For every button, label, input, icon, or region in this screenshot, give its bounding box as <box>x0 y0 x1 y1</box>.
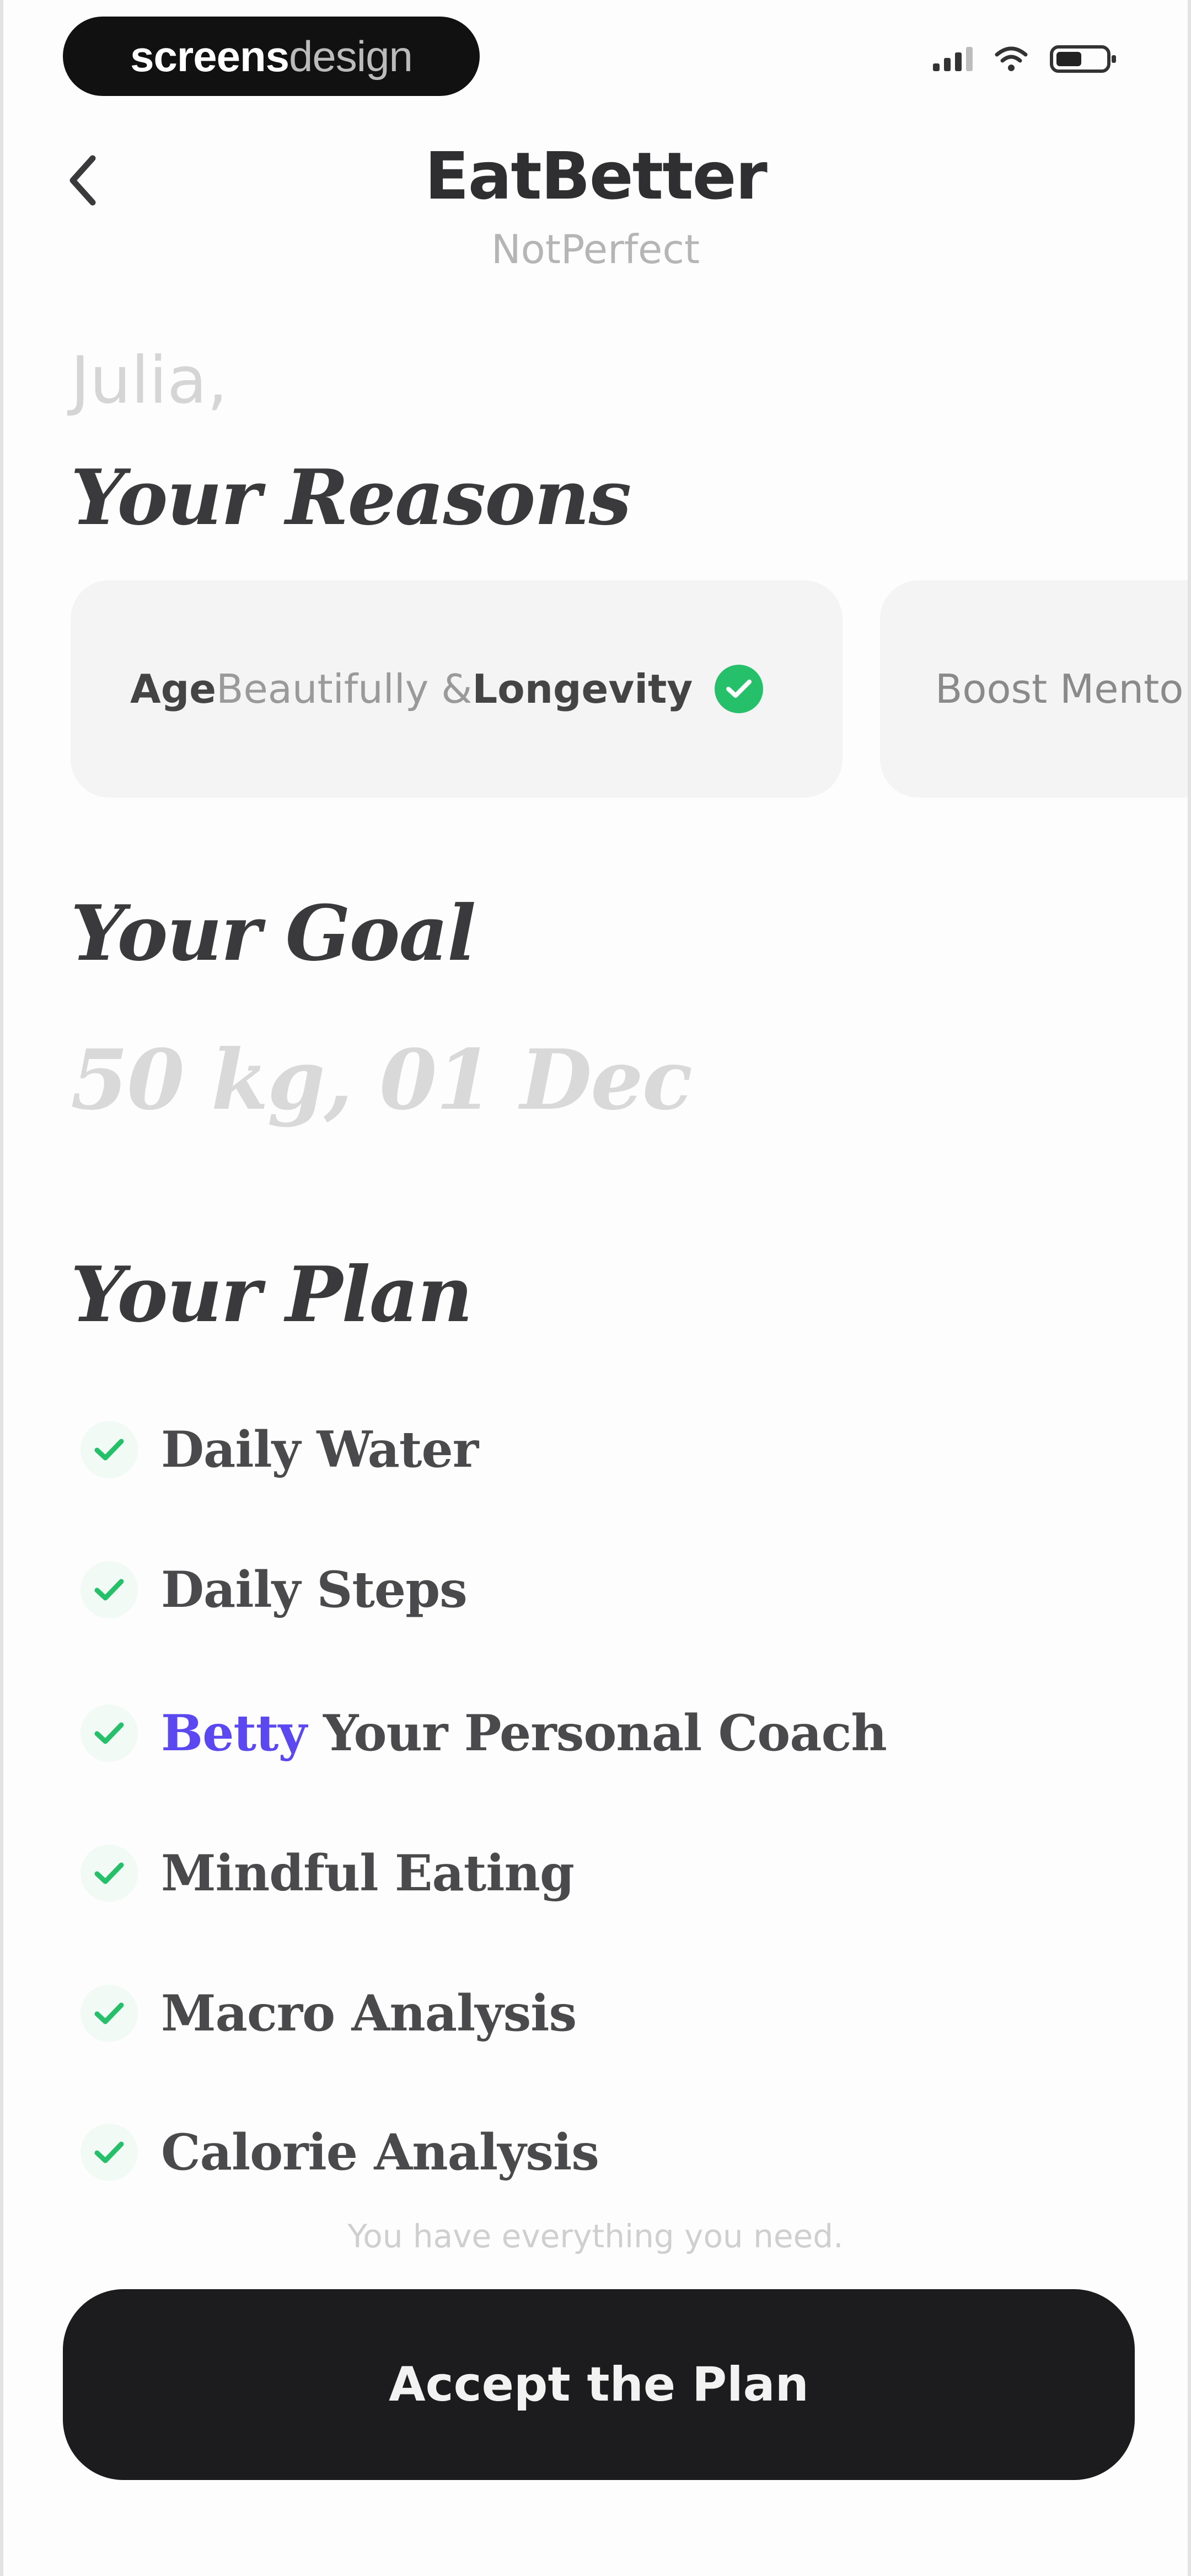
footer-note: You have everything you need. <box>347 2217 844 2255</box>
check-icon <box>81 1421 138 1478</box>
plan-item-label: Daily Steps <box>161 1560 468 1619</box>
accept-plan-button[interactable]: Accept the Plan <box>63 2289 1135 2480</box>
check-icon <box>81 1704 138 1762</box>
reason-middle: Beautifully & <box>216 666 473 712</box>
coach-name: Betty <box>161 1704 307 1762</box>
brand-badge: screens design <box>63 17 480 96</box>
reason-suffix: Longevity <box>472 666 693 712</box>
check-icon <box>81 1561 138 1618</box>
plan-item: Daily Steps <box>81 1557 468 1623</box>
goal-heading: Your Goal <box>71 888 476 978</box>
brand-left-text: screens <box>130 31 289 81</box>
plan-heading: Your Plan <box>71 1249 473 1339</box>
reason-card-selected[interactable]: Age Beautifully & Longevity <box>71 580 843 798</box>
check-icon <box>81 2124 138 2181</box>
plan-item: Betty Your Personal Coach <box>81 1700 887 1766</box>
plan-item-label: Your Personal Coach <box>306 1704 887 1762</box>
battery-icon <box>1050 45 1116 73</box>
accept-plan-label: Accept the Plan <box>389 2357 809 2412</box>
check-icon <box>81 1985 138 2042</box>
app-subtitle: NotPerfect <box>491 226 700 272</box>
plan-item: Daily Water <box>81 1417 479 1483</box>
plan-item: Macro Analysis <box>81 1980 577 2046</box>
check-circle-icon <box>715 665 764 713</box>
brand-right-text: design <box>289 31 413 81</box>
signal-icon <box>933 47 973 71</box>
plan-item-label: Daily Water <box>161 1420 479 1479</box>
user-greeting: Julia, <box>71 342 228 418</box>
phone-screen: screens design EatBetter NotPerfect Julia… <box>0 0 1191 2576</box>
reason-label: Boost Mento <box>935 666 1184 712</box>
plan-item-label: Calorie Analysis <box>161 2123 599 2182</box>
app-title: EatBetter <box>425 138 768 214</box>
wifi-icon <box>995 46 1028 71</box>
reasons-heading: Your Reasons <box>71 452 631 542</box>
plan-item: Mindful Eating <box>81 1840 575 1906</box>
goal-value: 50 kg, 01 Dec <box>71 1032 693 1129</box>
plan-item: Calorie Analysis <box>81 2119 599 2185</box>
status-icons <box>933 45 1116 73</box>
reason-prefix: Age <box>130 666 217 712</box>
plan-item-label: Macro Analysis <box>161 1984 577 2043</box>
plan-item-label: Mindful Eating <box>161 1844 575 1902</box>
reason-card[interactable]: Boost Mento <box>880 580 1188 798</box>
check-icon <box>81 1845 138 1902</box>
